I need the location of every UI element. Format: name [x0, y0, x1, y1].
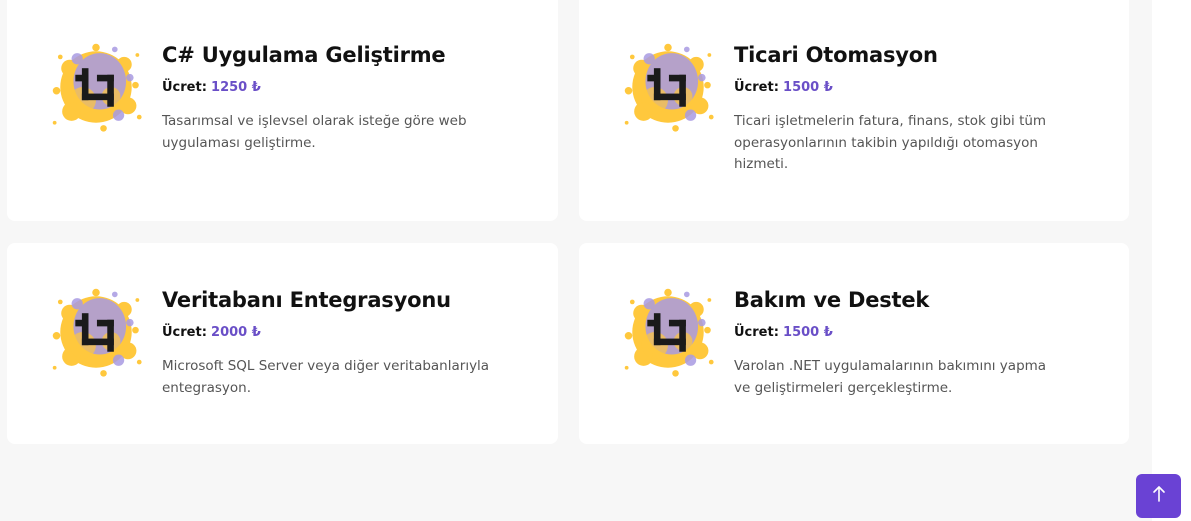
card-description: Microsoft SQL Server veya diğer veritaba…: [162, 358, 490, 396]
service-card-ticari: Ticari Otomasyon Ücret: 1500 ₺ Ticari iş…: [579, 0, 1129, 221]
price: Ücret: 1500 ₺: [734, 79, 1074, 97]
back-to-top-button[interactable]: [1136, 474, 1181, 518]
card-title: C# Uygulama Geliştirme: [162, 43, 446, 67]
price-label: Ücret:: [162, 80, 207, 95]
card-title: Veritabanı Entegrasyonu: [162, 288, 451, 312]
page-edge: [1152, 0, 1191, 521]
price: Ücret: 1250 ₺: [162, 79, 502, 97]
price-value: 1250 ₺: [211, 80, 261, 95]
price-label: Ücret:: [734, 325, 779, 340]
card-description: Varolan .NET uygulamalarının bakımını ya…: [734, 358, 1047, 396]
price: Ücret: 1500 ₺: [734, 324, 1074, 342]
price-value: 1500 ₺: [783, 80, 833, 95]
service-card-csharp: C# Uygulama Geliştirme Ücret: 1250 ₺ Tas…: [7, 0, 558, 221]
price-label: Ücret:: [734, 80, 779, 95]
service-card-veritabani: Veritabanı Entegrasyonu Ücret: 2000 ₺ Mi…: [7, 243, 558, 444]
card-title: Ticari Otomasyon: [734, 43, 938, 67]
card-title: Bakım ve Destek: [734, 288, 930, 312]
card-description: Ticari işletmelerin fatura, finans, stok…: [734, 113, 1047, 172]
card-description: Tasarımsal ve işlevsel olarak isteğe gör…: [162, 113, 467, 151]
crop-icon: [49, 285, 143, 379]
service-card-bakim: Bakım ve Destek Ücret: 1500 ₺ Varolan .N…: [579, 243, 1129, 444]
crop-icon: [621, 285, 715, 379]
price: Ücret: 2000 ₺: [162, 324, 502, 342]
price-value: 1500 ₺: [783, 325, 833, 340]
price-value: 2000 ₺: [211, 325, 261, 340]
crop-icon: [621, 40, 715, 134]
crop-icon: [49, 40, 143, 134]
arrow-up-icon: [1151, 485, 1167, 507]
price-label: Ücret:: [162, 325, 207, 340]
